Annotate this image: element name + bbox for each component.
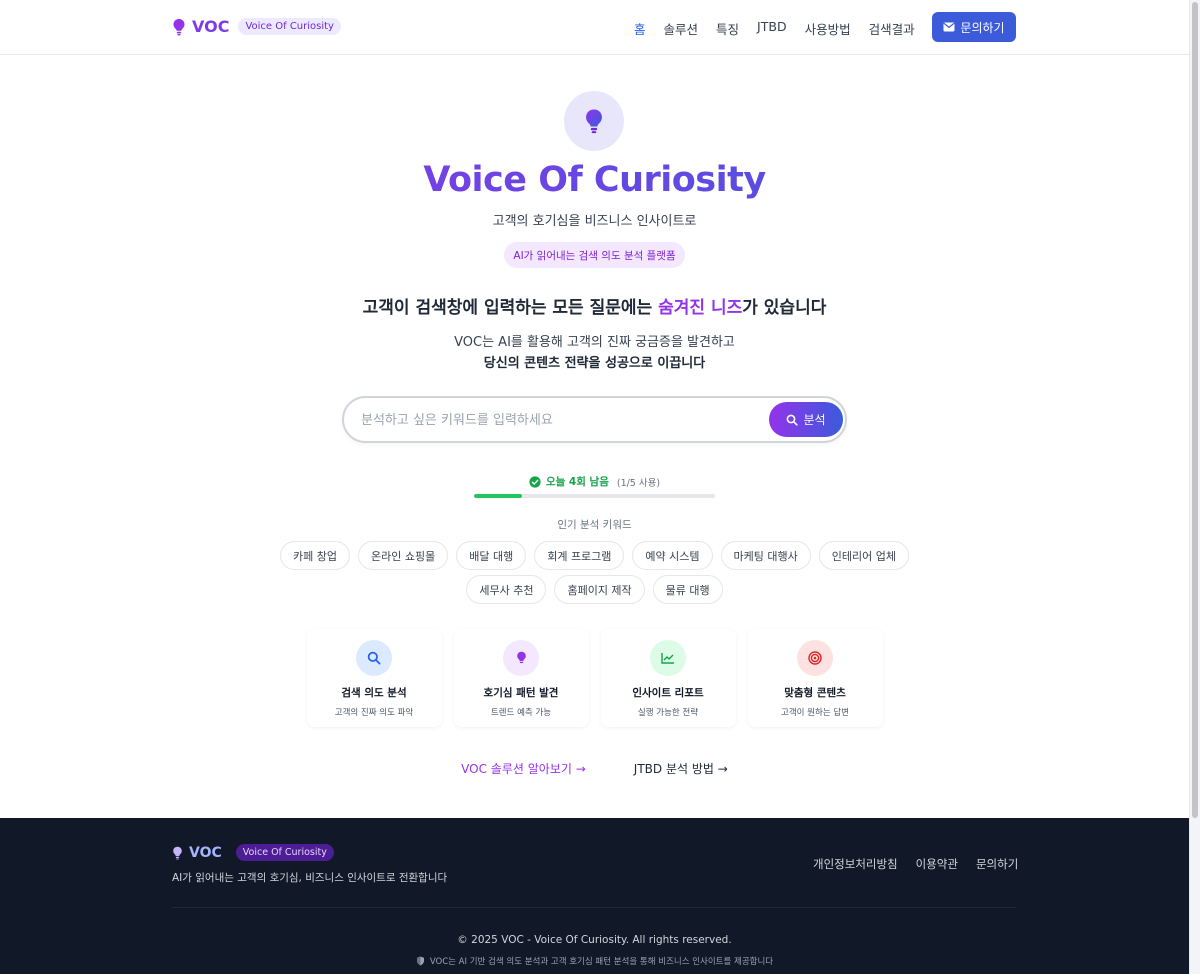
feature-icon-circle [356, 640, 392, 676]
target-icon [808, 651, 822, 665]
logo-badge: Voice Of Curiosity [238, 18, 341, 35]
popular-keywords-label: 인기 분석 키워드 [557, 519, 632, 531]
feature-card-custom-content: 맞춤형 콘텐츠 고객이 원하는 답변 [747, 629, 883, 727]
search-icon [787, 414, 799, 426]
keyword-chip[interactable]: 온라인 쇼핑몰 [358, 541, 449, 570]
feature-subtitle: 고객의 진짜 의도 파악 [334, 708, 414, 718]
footer-links: 개인정보처리방침 이용약관 문의하기 [813, 856, 1018, 872]
nav-how-to-use[interactable]: 사용방법 [805, 19, 851, 38]
envelope-icon [943, 22, 955, 32]
feature-card-insight-report: 인사이트 리포트 실행 가능한 전략 [600, 629, 736, 727]
chart-line-icon [661, 653, 674, 664]
hero-description-1: VOC는 AI를 활용해 고객의 진짜 궁금증을 발견하고 [454, 335, 735, 350]
search-icon [367, 651, 381, 665]
feature-cards: 검색 의도 분석 고객의 진짜 의도 파악 호기심 패턴 발견 트렌드 예측 가… [0, 629, 1189, 727]
hero-description-2: 당신의 콘텐츠 전략을 성공으로 이끕니다 [483, 356, 706, 371]
keyword-chip[interactable]: 예약 시스템 [632, 541, 713, 570]
main-nav: 홈 솔루션 특징 JTBD 사용방법 검색결과 [634, 19, 915, 38]
header-logo[interactable]: VOC Voice Of Curiosity [172, 17, 341, 36]
headline-text-end: 가 있습니다 [742, 298, 827, 318]
keyword-chip[interactable]: 세무사 추천 [466, 575, 547, 604]
used-count: (1/5 사용) [616, 477, 661, 489]
feature-title: 인사이트 리포트 [632, 687, 704, 699]
privacy-policy-link[interactable]: 개인정보처리방침 [813, 856, 898, 872]
solution-link-label: VOC 솔루션 알아보기 [461, 762, 572, 776]
analyze-button-label: 분석 [803, 413, 826, 427]
nav-home[interactable]: 홈 [634, 19, 646, 38]
footer-description: AI가 읽어내는 고객의 호기심, 비즈니스 인사이트로 전환합니다 [172, 872, 448, 884]
keyword-chip[interactable]: 홈페이지 제작 [554, 575, 645, 604]
shield-icon [416, 956, 424, 966]
footer-note: VOC는 AI 기반 검색 의도 분석과 고객 호기심 패턴 분석을 통해 비즈… [0, 955, 1189, 967]
usage-progress-fill [474, 494, 523, 498]
lightbulb-icon [586, 109, 602, 134]
feature-subtitle: 트렌드 예측 가능 [490, 708, 552, 718]
keyword-chips-row-1: 카페 창업 온라인 쇼핑몰 배달 대행 회계 프로그램 예약 시스템 마케팅 대… [0, 541, 1189, 570]
contact-button-label: 문의하기 [960, 20, 1005, 35]
usage-status: 오늘 4회 남음 (1/5 사용) [0, 474, 1189, 489]
site-footer: VOC Voice Of Curiosity AI가 읽어내는 고객의 호기심,… [0, 818, 1189, 974]
feature-title: 맞춤형 콘텐츠 [784, 687, 846, 699]
solution-link[interactable]: VOC 솔루션 알아보기 → [461, 760, 586, 777]
feature-icon-circle [503, 640, 539, 676]
usage-progress-bar [474, 494, 715, 498]
hero-title: Voice Of Curiosity [0, 160, 1189, 200]
page-scrollbar[interactable] [1189, 0, 1200, 974]
feature-card-search-intent: 검색 의도 분석 고객의 진짜 의도 파악 [306, 629, 442, 727]
footer-note-text: VOC는 AI 기반 검색 의도 분석과 고객 호기심 패턴 분석을 통해 비즈… [429, 957, 774, 967]
scrollbar-thumb[interactable] [1192, 2, 1198, 818]
footer-contact-link[interactable]: 문의하기 [976, 856, 1018, 872]
feature-subtitle: 고객이 원하는 답변 [781, 708, 849, 718]
footer-copyright: © 2025 VOC - Voice Of Curiosity. All rig… [457, 934, 732, 946]
learn-more-links: VOC 솔루션 알아보기 → JTBD 분석 방법 → [0, 760, 1189, 777]
hero-subtitle: 고객의 호기심을 비즈니스 인사이트로 [492, 214, 697, 229]
hero-headline: 고객이 검색창에 입력하는 모든 질문에는 숨겨진 니즈가 있습니다 [0, 293, 1189, 318]
keyword-search-input[interactable] [361, 409, 761, 431]
headline-highlight: 숨겨진 니즈 [658, 298, 743, 318]
lightbulb-icon [516, 651, 526, 664]
logo-text: VOC [192, 17, 230, 36]
nav-search-results[interactable]: 검색결과 [869, 19, 915, 38]
keyword-search-box: 분석 [342, 396, 847, 443]
nav-jtbd[interactable]: JTBD [757, 19, 787, 38]
keyword-chip[interactable]: 물류 대행 [652, 575, 723, 604]
keyword-chip[interactable]: 카페 창업 [280, 541, 350, 570]
keyword-chip[interactable]: 마케팅 대행사 [720, 541, 811, 570]
feature-title: 호기심 패턴 발견 [483, 687, 559, 699]
feature-icon-circle [797, 640, 833, 676]
hero-lightbulb-badge [564, 91, 624, 151]
keyword-chips-row-2: 세무사 추천 홈페이지 제작 물류 대행 [0, 575, 1189, 604]
check-circle-icon [529, 475, 541, 488]
nav-solution[interactable]: 솔루션 [664, 19, 699, 38]
footer-logo-text: VOC [189, 844, 222, 861]
arrow-right-icon: → [717, 762, 728, 776]
headline-text: 고객이 검색창에 입력하는 모든 질문에는 [362, 298, 659, 318]
terms-link[interactable]: 이용약관 [916, 856, 958, 872]
feature-title: 검색 의도 분석 [341, 687, 407, 699]
contact-button[interactable]: 문의하기 [932, 12, 1016, 42]
feature-card-curiosity-pattern: 호기심 패턴 발견 트렌드 예측 가능 [453, 629, 589, 727]
footer-logo[interactable]: VOC Voice Of Curiosity [172, 844, 334, 861]
footer-divider [172, 907, 1016, 908]
lightbulb-icon [173, 846, 182, 860]
footer-logo-badge: Voice Of Curiosity [235, 844, 334, 861]
keyword-chip[interactable]: 배달 대행 [456, 541, 527, 570]
platform-pill: AI가 읽어내는 검색 의도 분석 플랫폼 [504, 242, 685, 268]
nav-features[interactable]: 특징 [716, 19, 739, 38]
feature-subtitle: 실행 가능한 전략 [637, 708, 699, 718]
jtbd-link-label: JTBD 분석 방법 [633, 762, 714, 776]
keyword-chip[interactable]: 인테리어 업체 [818, 541, 909, 570]
arrow-right-icon: → [575, 762, 586, 776]
keyword-chip[interactable]: 회계 프로그램 [534, 541, 625, 570]
lightbulb-icon [173, 18, 185, 35]
analyze-button[interactable]: 분석 [769, 402, 843, 437]
site-header: VOC Voice Of Curiosity 홈 솔루션 특징 JTBD 사용방… [0, 0, 1189, 55]
feature-icon-circle [650, 640, 686, 676]
jtbd-link[interactable]: JTBD 분석 방법 → [634, 760, 728, 777]
remaining-count: 오늘 4회 남음 [545, 476, 609, 488]
